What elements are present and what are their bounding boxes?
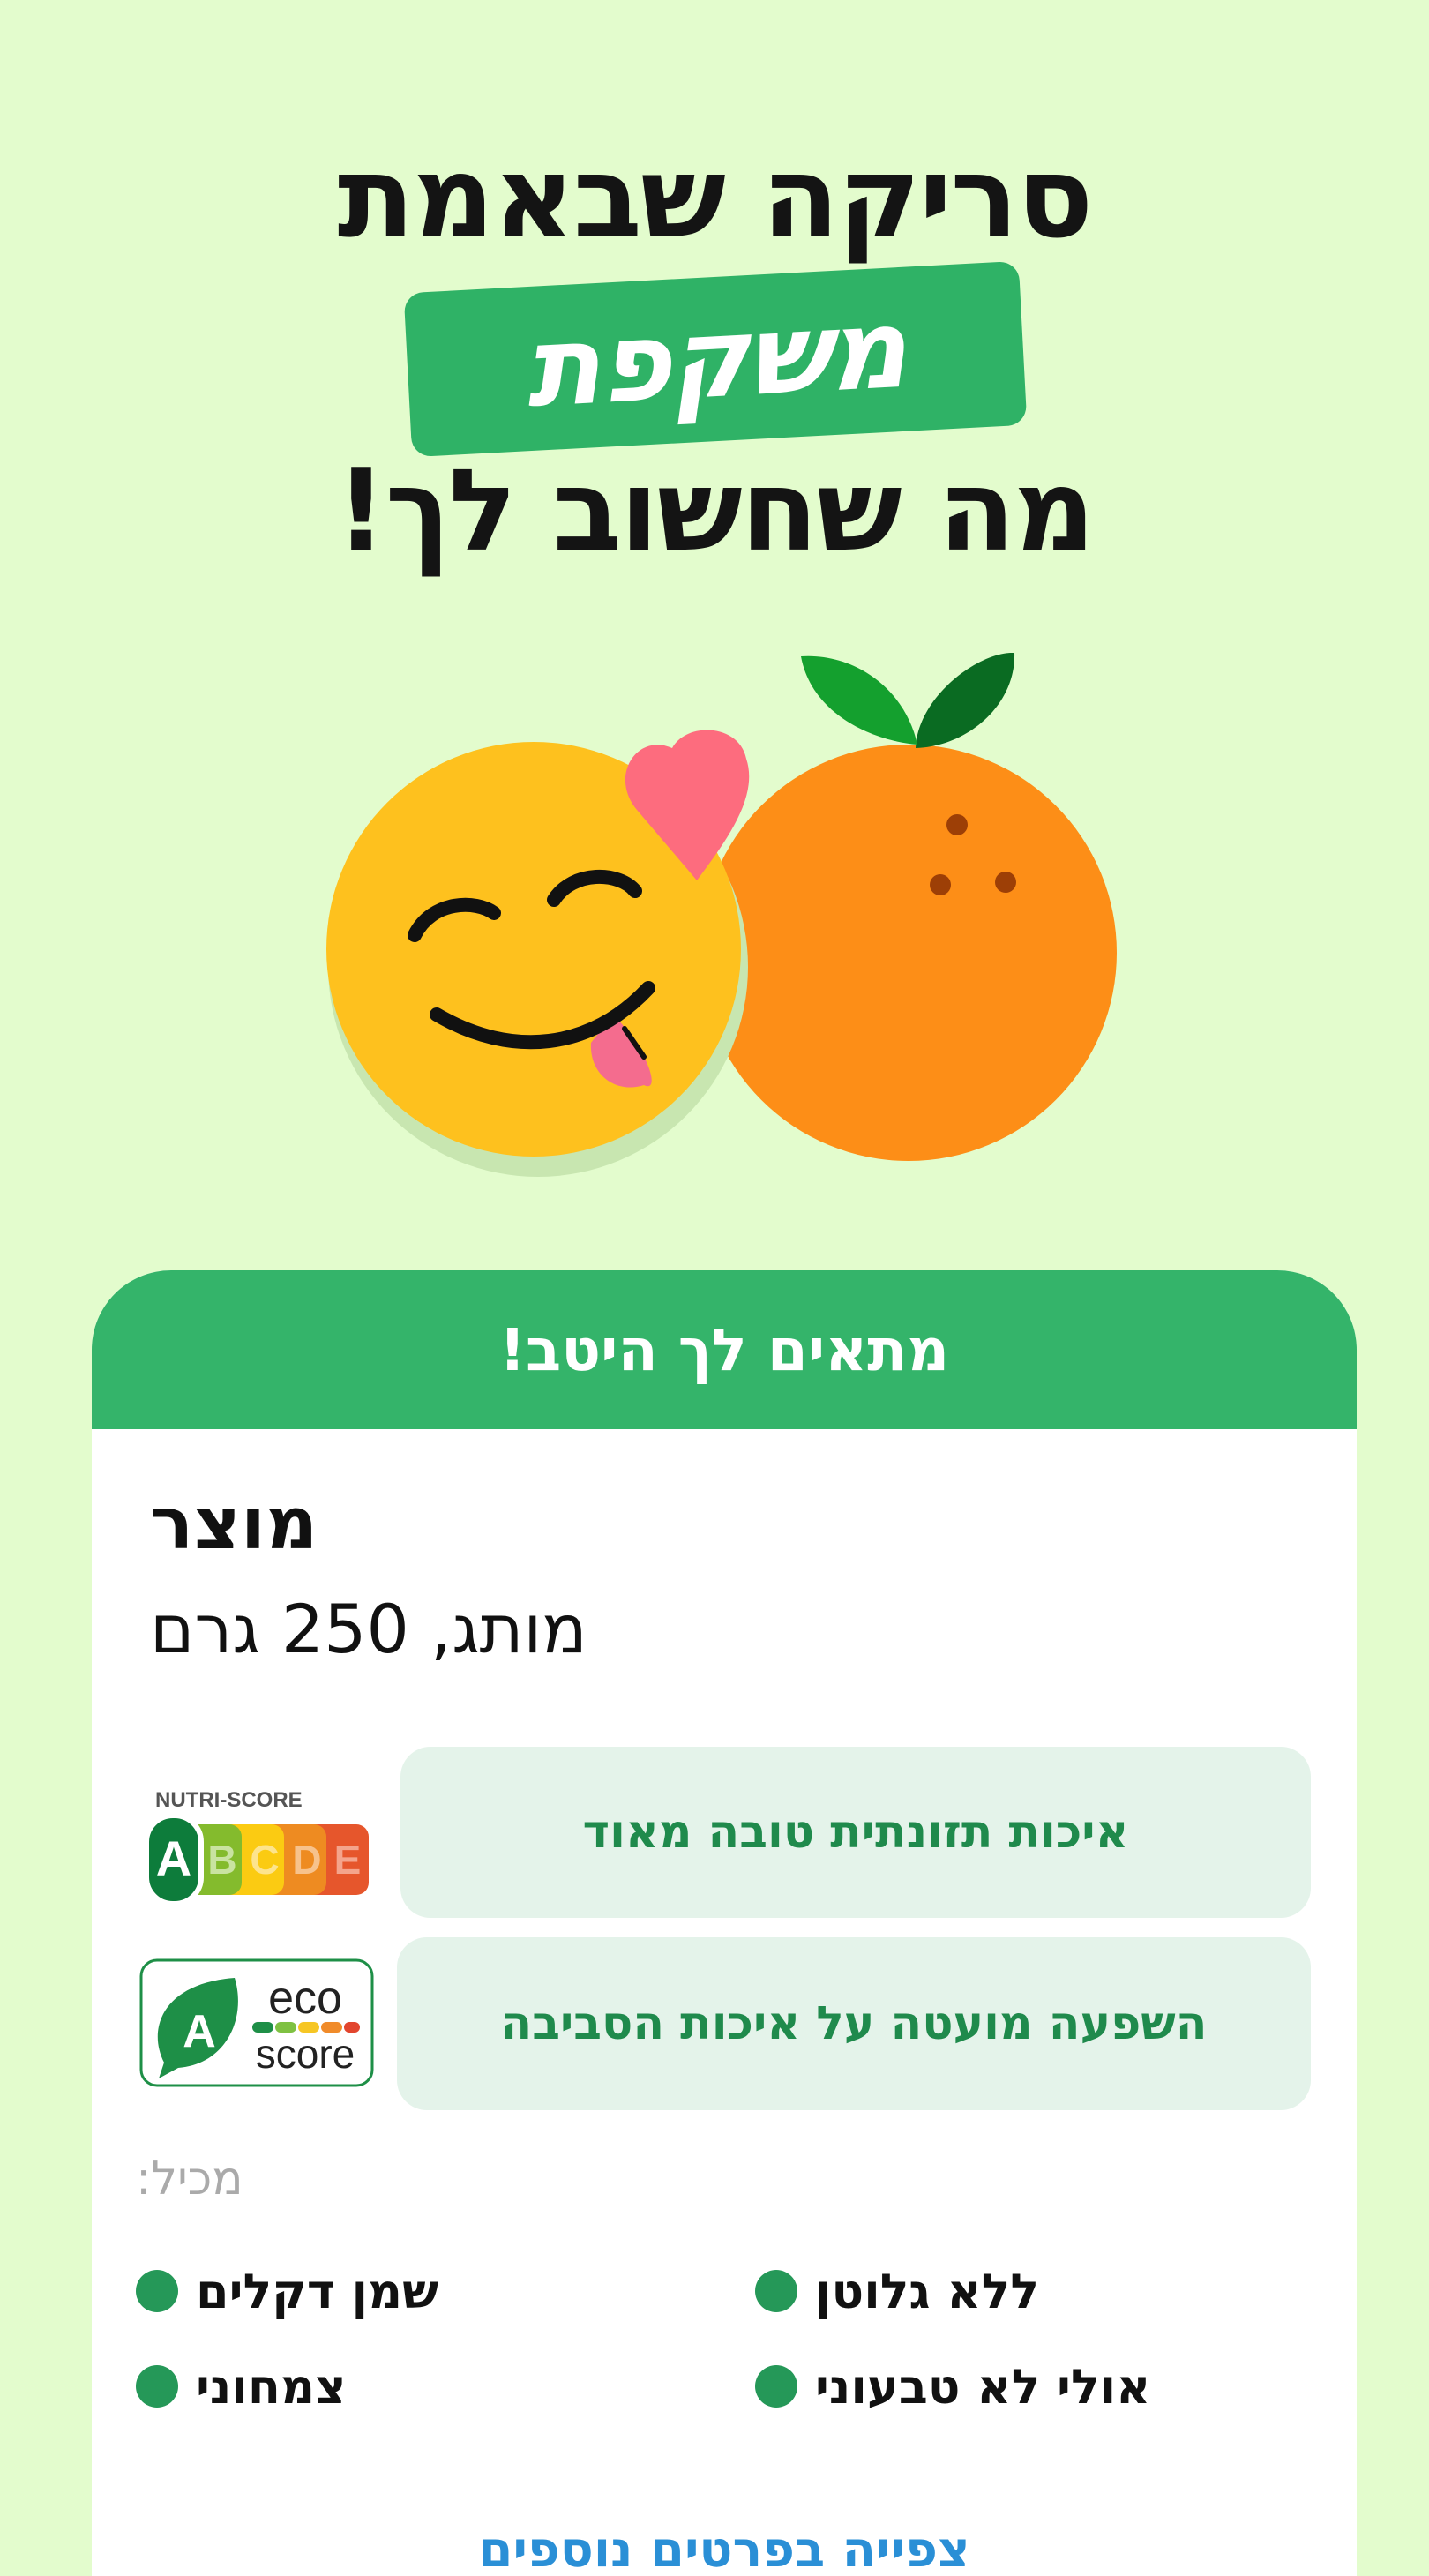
nutri-grade-d: D (292, 1837, 321, 1883)
environmental-impact-badge: השפעה מועטה על איכות הסביבה (397, 1937, 1311, 2110)
nutri-grade-b: B (207, 1837, 236, 1883)
orange-icon (700, 652, 1117, 1161)
tag-text: שמן דקלים (196, 2263, 439, 2319)
eco-logo-top: eco (268, 1973, 342, 2024)
more-details-link[interactable]: צפייה בפרטים נוספים (92, 2521, 1357, 2576)
nutri-grade-a: A (156, 1831, 191, 1886)
nutri-grade-e: E (334, 1837, 362, 1883)
nutri-score-logo: NUTRI-SCORE A B C D E (144, 1788, 369, 1904)
nutri-score-logo-text: NUTRI-SCORE (155, 1788, 303, 1812)
headline-highlight: משקפת (403, 260, 1028, 458)
match-banner: מתאים לך היטב! (92, 1270, 1357, 1429)
match-banner-text: מתאים לך היטב! (498, 1315, 950, 1384)
environmental-impact-text: השפעה מועטה על איכות הסביבה (500, 1997, 1208, 2050)
eco-logo-bottom: score (256, 2031, 355, 2077)
eco-grade: A (183, 2006, 216, 2057)
nutrition-quality-badge: איכות תזונתית טובה מאוד (400, 1747, 1311, 1918)
tag-bullet-icon (755, 2270, 797, 2312)
headline-highlight-text: משקפת (522, 285, 909, 433)
headline-line-1: סריקה שבאמת (337, 132, 1094, 264)
product-card: מתאים לך היטב! מוצר מותג, 250 גרם NUTRI-… (92, 1270, 1357, 2576)
nutrition-quality-text: איכות תזונתית טובה מאוד (582, 1806, 1129, 1859)
tag-text: אולי לא טבעוני (815, 2358, 1151, 2415)
tag-maybe-not-vegan: אולי לא טבעוני (755, 2355, 1150, 2417)
tag-text: צמחוני (196, 2358, 347, 2415)
tag-gluten-free: ללא גלוטן (755, 2260, 1039, 2322)
tag-vegetarian: צמחוני (136, 2355, 346, 2417)
product-details: מותג, 250 גרם (150, 1590, 587, 1668)
contains-label: מכיל: (136, 2153, 243, 2205)
tag-bullet-icon (755, 2365, 797, 2408)
tag-text: ללא גלוטן (815, 2263, 1039, 2319)
eco-score-logo: A eco score (139, 1958, 374, 2087)
headline-line-3: מה שחשוב לך! (335, 446, 1096, 577)
nutri-grade-c: C (250, 1837, 279, 1883)
tag-bullet-icon (136, 2270, 178, 2312)
tag-bullet-icon (136, 2365, 178, 2408)
smiley-orange-illustration (326, 652, 1117, 1177)
tag-palm-oil: שמן דקלים (136, 2260, 438, 2322)
product-name: מוצר (150, 1482, 318, 1566)
